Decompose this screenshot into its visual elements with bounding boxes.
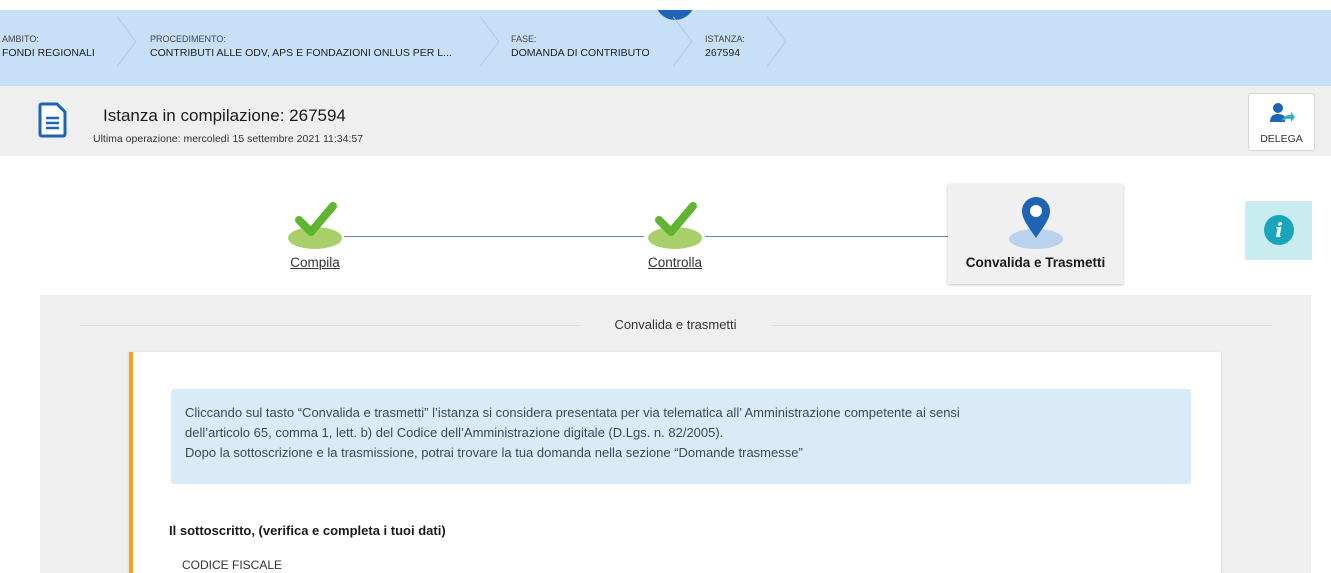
info-notice: Cliccando sul tasto “Convalida e trasmet… [171, 389, 1191, 484]
breadcrumb-caption: ISTANZA: [705, 34, 745, 44]
breadcrumb-item-procedimento[interactable]: PROCEDIMENTO: CONTRIBUTI ALLE ODV, APS E… [150, 32, 452, 60]
breadcrumb-value: FONDI REGIONALI [2, 47, 95, 59]
breadcrumb-item-istanza[interactable]: ISTANZA: 267594 [705, 32, 745, 60]
breadcrumb: AMBITO: FONDI REGIONALI PROCEDIMENTO: CO… [0, 10, 1331, 86]
breadcrumb-separator [473, 10, 503, 86]
page-title: Istanza in compilazione: 267594 [103, 106, 346, 125]
breadcrumb-separator [110, 10, 140, 86]
step-label: Convalida e Trasmetti [965, 255, 1106, 270]
instance-header: Istanza in compilazione: 267594 Ultima o… [0, 86, 1331, 156]
last-operation-text: Ultima operazione: mercoledì 15 settembr… [93, 133, 364, 145]
breadcrumb-separator [666, 10, 696, 86]
delega-label: DELEGA [1260, 133, 1303, 145]
codice-fiscale-label: CODICE FISCALE [182, 558, 283, 572]
check-icon [648, 202, 702, 249]
breadcrumb-item-ambito[interactable]: AMBITO: FONDI REGIONALI [2, 32, 95, 60]
stepper-connector [705, 236, 949, 237]
delega-button[interactable]: DELEGA [1248, 93, 1315, 151]
breadcrumb-separator [760, 10, 790, 86]
step-controlla[interactable]: Controlla [630, 198, 720, 270]
info-icon: i [1264, 215, 1294, 245]
breadcrumb-item-fase[interactable]: FASE: DOMANDA DI CONTRIBUTO [511, 32, 650, 60]
location-pin-icon [1008, 197, 1063, 249]
breadcrumb-value: DOMANDA DI CONTRIBUTO [511, 47, 650, 59]
notice-line: Dopo la sottoscrizione e la trasmissione… [185, 445, 803, 460]
notice-line: dell’articolo 65, comma 1, lett. b) del … [185, 425, 724, 440]
panel-title: Convalida e trasmetti [614, 317, 737, 332]
step-label[interactable]: Controlla [630, 255, 720, 270]
stepper-connector [344, 236, 644, 237]
form-card: Cliccando sul tasto “Convalida e trasmet… [129, 352, 1221, 573]
breadcrumb-value: 267594 [705, 47, 741, 59]
section-title: Il sottoscritto, (verifica e completa i … [169, 523, 446, 538]
document-icon [38, 102, 67, 138]
step-convalida-trasmetti[interactable]: Convalida e Trasmetti [948, 184, 1123, 284]
breadcrumb-caption: FASE: [511, 34, 537, 44]
breadcrumb-caption: AMBITO: [2, 34, 39, 44]
convalida-panel: Convalida e trasmetti Cliccando sul tast… [40, 295, 1311, 573]
notice-line: Cliccando sul tasto “Convalida e trasmet… [185, 405, 960, 420]
step-compila[interactable]: Compila [270, 198, 360, 270]
info-button[interactable]: i [1245, 201, 1312, 260]
check-icon [288, 202, 342, 249]
step-label[interactable]: Compila [270, 255, 360, 270]
delegate-user-icon [1269, 103, 1295, 122]
breadcrumb-value: CONTRIBUTI ALLE ODV, APS E FONDAZIONI ON… [150, 47, 452, 59]
breadcrumb-caption: PROCEDIMENTO: [150, 34, 226, 44]
